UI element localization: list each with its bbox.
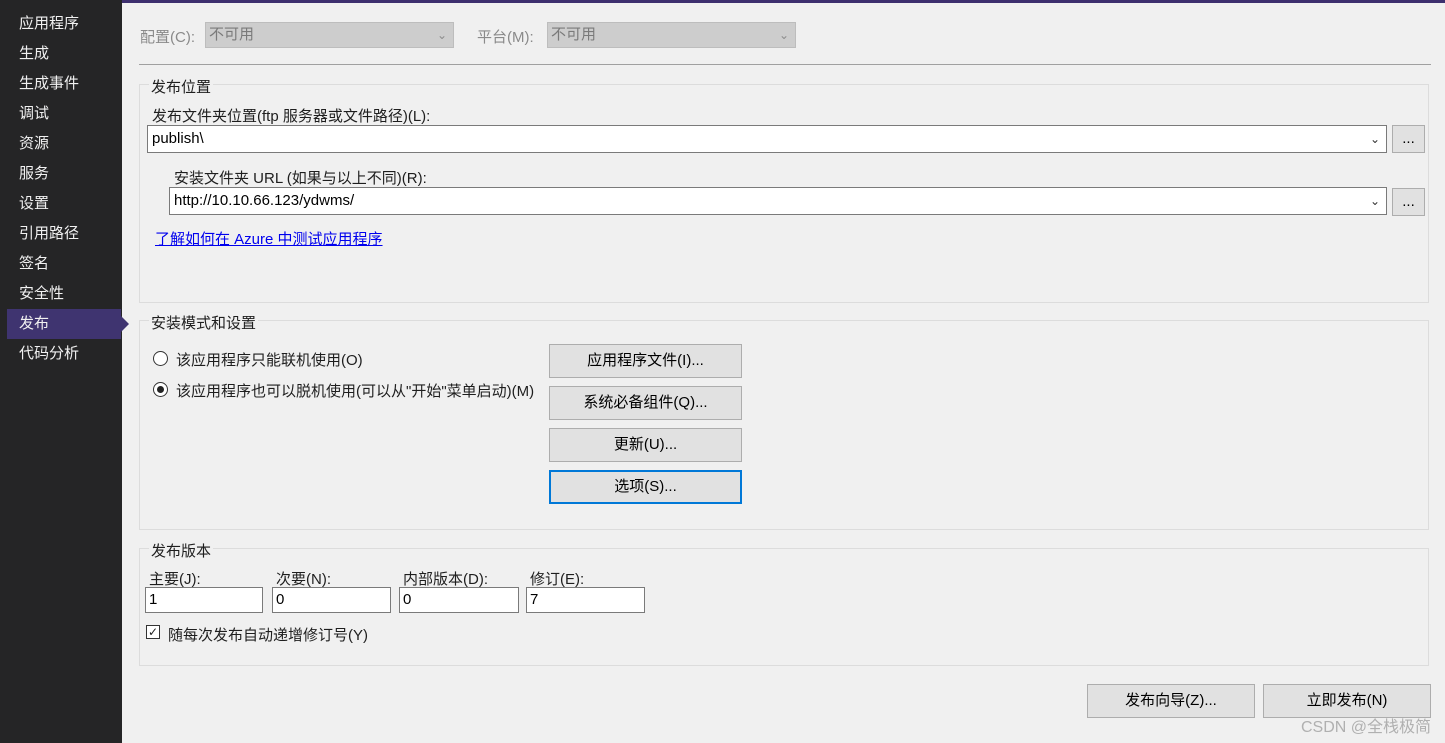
publish-folder-value: publish\ [152,130,204,147]
sidebar-item-publish[interactable]: 发布 [7,309,129,339]
sidebar-item-application[interactable]: 应用程序 [7,9,121,39]
publish-location-title: 发布位置 [149,76,214,97]
updates-button[interactable]: 更新(U)... [549,428,742,462]
sidebar-item-security[interactable]: 安全性 [7,279,121,309]
minor-label: 次要(N): [276,571,331,588]
online-only-radio[interactable] [153,351,168,366]
chevron-down-icon[interactable]: ⌄ [1370,126,1380,152]
install-url-value: http://10.10.66.123/ydwms/ [174,192,355,209]
sidebar-item-services[interactable]: 服务 [7,159,121,189]
auto-increment-label[interactable]: 随每次发布自动递增修订号(Y) [168,624,368,645]
sidebar-item-build[interactable]: 生成 [7,39,121,69]
checkmark-icon: ✓ [147,625,159,639]
online-only-label[interactable]: 该应用程序只能联机使用(O) [176,349,363,370]
platform-value: 不可用 [551,26,597,43]
offline-label[interactable]: 该应用程序也可以脱机使用(可以从"开始"菜单启动)(M) [176,380,534,401]
publish-folder-combo[interactable]: publish\ ⌄ [147,125,1387,153]
watermark: CSDN @全栈极简 [1300,719,1431,736]
minor-input[interactable]: 0 [272,587,391,613]
sidebar-item-code-analysis[interactable]: 代码分析 [7,339,121,369]
install-url-combo[interactable]: http://10.10.66.123/ydwms/ ⌄ [169,187,1387,215]
build-label: 内部版本(D): [403,571,488,588]
major-input[interactable]: 1 [145,587,263,613]
publish-version-title: 发布版本 [149,540,214,561]
install-url-label: 安装文件夹 URL (如果与以上不同)(R): [174,170,427,187]
install-url-browse-button[interactable]: ... [1392,188,1425,216]
window-top-accent [0,0,1445,3]
chevron-down-icon: ⌄ [778,28,789,42]
install-mode-title: 安装模式和设置 [149,312,259,333]
sidebar-item-resources[interactable]: 资源 [7,129,121,159]
sidebar-item-debug[interactable]: 调试 [7,99,121,129]
publish-folder-browse-button[interactable]: ... [1392,125,1425,153]
config-label: 配置(C): [140,29,195,46]
platform-select[interactable]: 不可用 ⌄ [547,22,796,48]
platform-label: 平台(M): [477,29,534,46]
build-input[interactable]: 0 [399,587,519,613]
sidebar-item-build-events[interactable]: 生成事件 [7,69,121,99]
revision-label: 修订(E): [530,571,585,588]
sidebar-item-reference-paths[interactable]: 引用路径 [7,219,121,249]
auto-increment-checkbox[interactable]: ✓ [146,625,160,639]
azure-test-link[interactable]: 了解如何在 Azure 中测试应用程序 [155,228,383,249]
sidebar-item-signing[interactable]: 签名 [7,249,121,279]
publish-wizard-button[interactable]: 发布向导(Z)... [1087,684,1255,718]
application-files-button[interactable]: 应用程序文件(I)... [549,344,742,378]
offline-radio[interactable] [153,382,168,397]
publish-folder-label: 发布文件夹位置(ftp 服务器或文件路径)(L): [152,108,431,125]
chevron-down-icon[interactable]: ⌄ [1370,188,1380,214]
config-select[interactable]: 不可用 ⌄ [205,22,454,48]
sidebar: 应用程序 生成 生成事件 调试 资源 服务 设置 引用路径 签名 安全性 发布 … [0,0,129,743]
revision-input[interactable]: 7 [526,587,645,613]
major-label: 主要(J): [149,571,201,588]
sidebar-item-settings[interactable]: 设置 [7,189,121,219]
separator [139,64,1431,65]
options-button[interactable]: 选项(S)... [549,470,742,504]
prerequisites-button[interactable]: 系统必备组件(Q)... [549,386,742,420]
chevron-down-icon: ⌄ [436,28,447,42]
config-value: 不可用 [209,26,255,43]
